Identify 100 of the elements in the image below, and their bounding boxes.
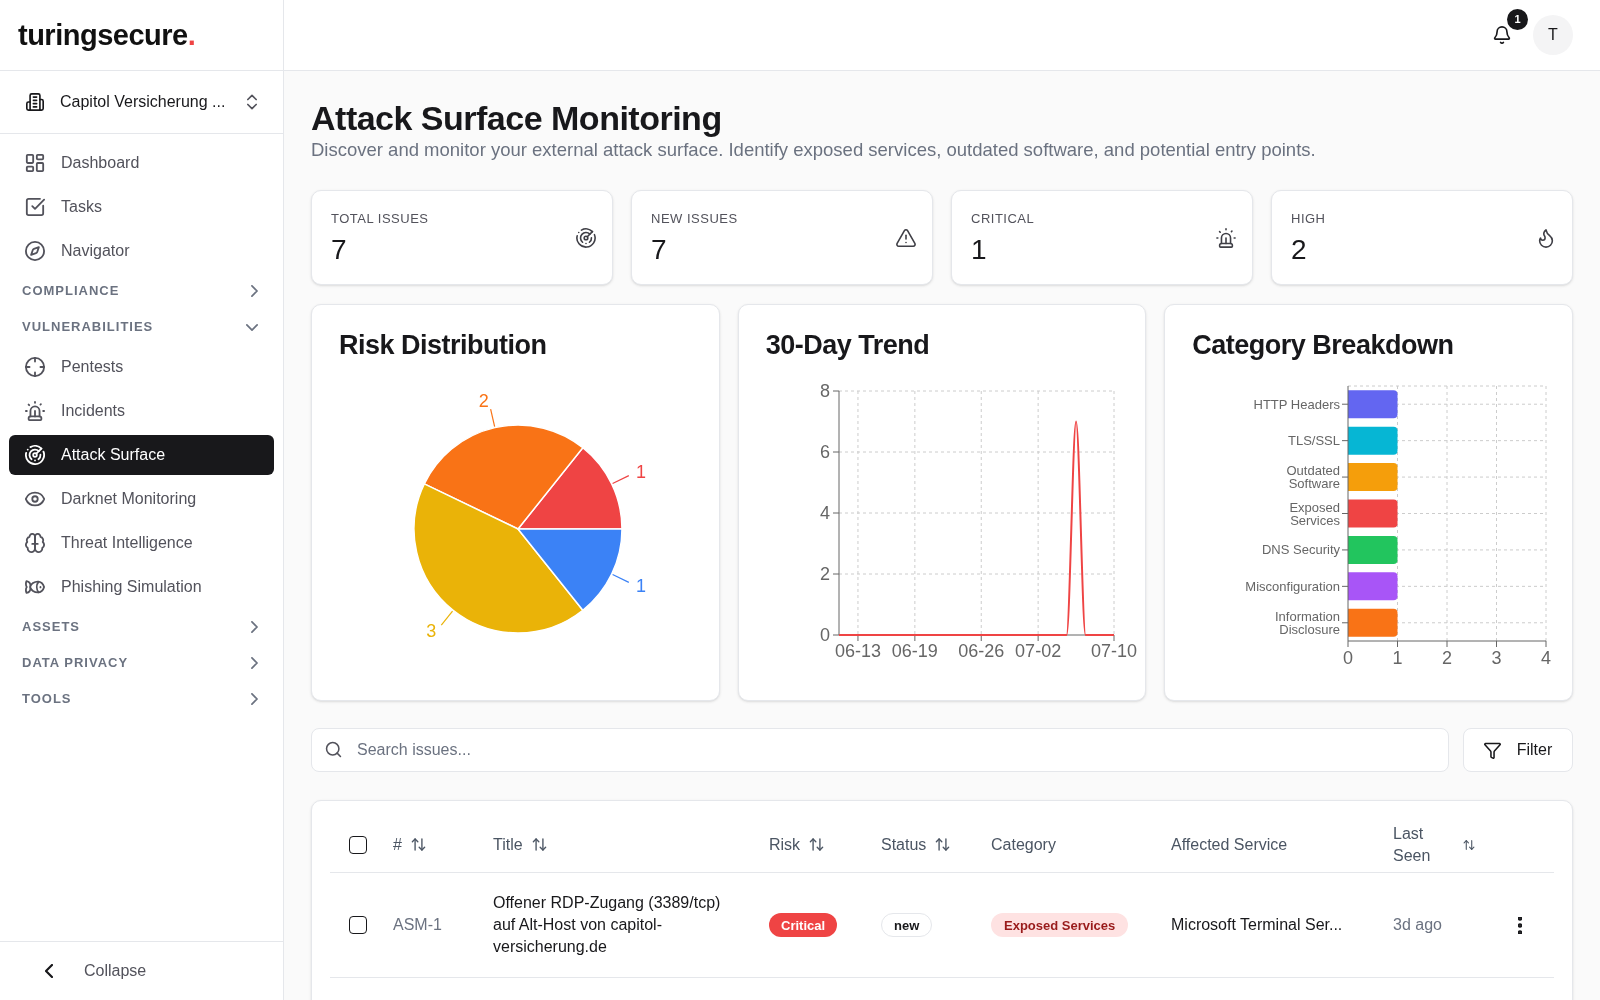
tick-mark (1397, 640, 1399, 648)
axis-label: 3 (1491, 648, 1502, 668)
tick-mark (1341, 549, 1349, 551)
data-label: 1 (636, 575, 647, 596)
tick-mark (1113, 634, 1115, 642)
checkbox[interactable] (349, 916, 367, 934)
siren-icon (1216, 227, 1236, 248)
bell-icon (1493, 26, 1511, 44)
stat-value: 7 (651, 233, 668, 266)
leader-line (490, 408, 496, 428)
filter-button[interactable]: Filter (1463, 728, 1573, 772)
axis-label: 4 (1541, 648, 1552, 668)
radar-icon (25, 445, 45, 465)
axis-label: 1 (1392, 648, 1403, 668)
axis-label: 4 (819, 503, 830, 523)
column-header[interactable]: # (393, 833, 426, 856)
data-label: 1 (636, 462, 647, 483)
building-icon (26, 93, 44, 111)
column-header: Affected Service (1171, 834, 1288, 855)
issue-id: ASM-1 (393, 916, 442, 933)
nav-item[interactable]: Threat Intelligence (9, 523, 274, 563)
axis-label: 6 (819, 442, 830, 462)
leader-line (440, 610, 454, 626)
section-header[interactable]: ASSETS (9, 611, 274, 643)
axis-label: HTTP Headers (1253, 396, 1341, 412)
row-menu-button[interactable] (1518, 916, 1522, 934)
nav-item[interactable]: Phishing Simulation (9, 567, 274, 607)
tick-mark (832, 634, 840, 636)
sort-icon (531, 837, 547, 852)
chevrons-up-down-icon (247, 94, 257, 110)
data-label: 2 (478, 391, 489, 412)
issue-title: Offener RDP-Zugang (3389/tcp) auf Alt-Host von capitol-versicherung.de (493, 893, 722, 957)
chevron-right-icon (251, 285, 258, 297)
tick-mark (1341, 440, 1349, 442)
axis-label: DNS Security (1262, 542, 1341, 558)
data-label: 3 (426, 621, 437, 642)
nav-item[interactable]: Darknet Monitoring (9, 479, 274, 519)
crosshair-icon (25, 357, 45, 377)
column-header[interactable]: Status (881, 833, 951, 856)
leader-line (612, 475, 630, 485)
axis-label: Outdated Software (1286, 463, 1341, 492)
nav-item[interactable]: Navigator (9, 231, 274, 271)
section-header[interactable]: VULNERABILITIES (9, 311, 274, 343)
brain-icon (25, 533, 45, 553)
tick-mark (832, 451, 840, 453)
section-header[interactable]: TOOLS (9, 683, 274, 715)
column-header[interactable]: Title (493, 833, 547, 856)
leader-line (612, 573, 630, 583)
chevron-right-icon (251, 693, 258, 705)
siren-icon (25, 401, 45, 421)
logo: turingsecure. (18, 18, 196, 53)
nav-item[interactable]: Tasks (9, 187, 274, 227)
column-header: Category (991, 834, 1056, 855)
tick-mark (1037, 634, 1039, 642)
axis-label: 0 (819, 625, 830, 645)
last-seen: 3d ago (1393, 916, 1442, 933)
chart-title: Risk Distribution (339, 329, 548, 362)
column-header[interactable]: Risk (769, 833, 825, 856)
axis-label: 07-10 (1090, 641, 1137, 661)
chart-title: 30-Day Trend (765, 329, 931, 362)
more-icon (1518, 916, 1522, 934)
compass-icon (25, 241, 45, 261)
tick-mark (1545, 640, 1547, 648)
tick-mark (1341, 513, 1349, 514)
page-subtitle: Discover and monitor your external attack surface. Identify exposed services, outdated software, and potential entry points. (311, 138, 1317, 162)
search-field[interactable]: Search issues... (311, 728, 1449, 772)
chart-title: Category Breakdown (1192, 329, 1455, 362)
section-header[interactable]: DATA PRIVACY (9, 647, 274, 679)
axis-label: 2 (819, 564, 830, 584)
nav-item[interactable]: Incidents (9, 391, 274, 431)
category-tag: Exposed Services (991, 913, 1129, 938)
search-icon (325, 741, 342, 758)
nav-item[interactable]: Dashboard (9, 143, 274, 183)
axis-label: 07-02 (1014, 641, 1061, 661)
stat-label: NEW ISSUES (651, 209, 738, 228)
avatar[interactable]: T (1533, 15, 1573, 55)
organization-switcher[interactable]: Capitol Versicherung ... (9, 80, 274, 124)
dashboard-icon (25, 153, 45, 173)
column-header[interactable]: Last Seen (1393, 822, 1475, 867)
chevron-right-icon (251, 657, 258, 669)
stat-label: CRITICAL (971, 209, 1035, 228)
risk-badge: Critical (769, 913, 838, 938)
axis-label: Misconfiguration (1245, 578, 1341, 594)
tick-mark (1341, 622, 1349, 624)
axis-label: Exposed Services (1289, 499, 1341, 528)
axis-label: 06-26 (957, 641, 1004, 661)
nav-item[interactable]: Pentests (9, 347, 274, 387)
status-badge: new (881, 913, 933, 938)
section-header[interactable]: COMPLIANCE (9, 275, 274, 307)
stat-value: 7 (331, 233, 348, 266)
tick-mark (1341, 585, 1349, 587)
checkbox[interactable] (349, 835, 367, 854)
axis-label: TLS/SSL (1288, 433, 1341, 449)
tick-mark (1347, 640, 1349, 648)
collapse-button[interactable]: Collapse (45, 959, 147, 983)
stat-value: 1 (971, 233, 988, 266)
nav-item[interactable]: Attack Surface (9, 435, 274, 475)
axis-label: 2 (1442, 648, 1453, 668)
axis-label: Information Disclosure (1275, 608, 1341, 637)
flame-icon (1536, 227, 1556, 248)
